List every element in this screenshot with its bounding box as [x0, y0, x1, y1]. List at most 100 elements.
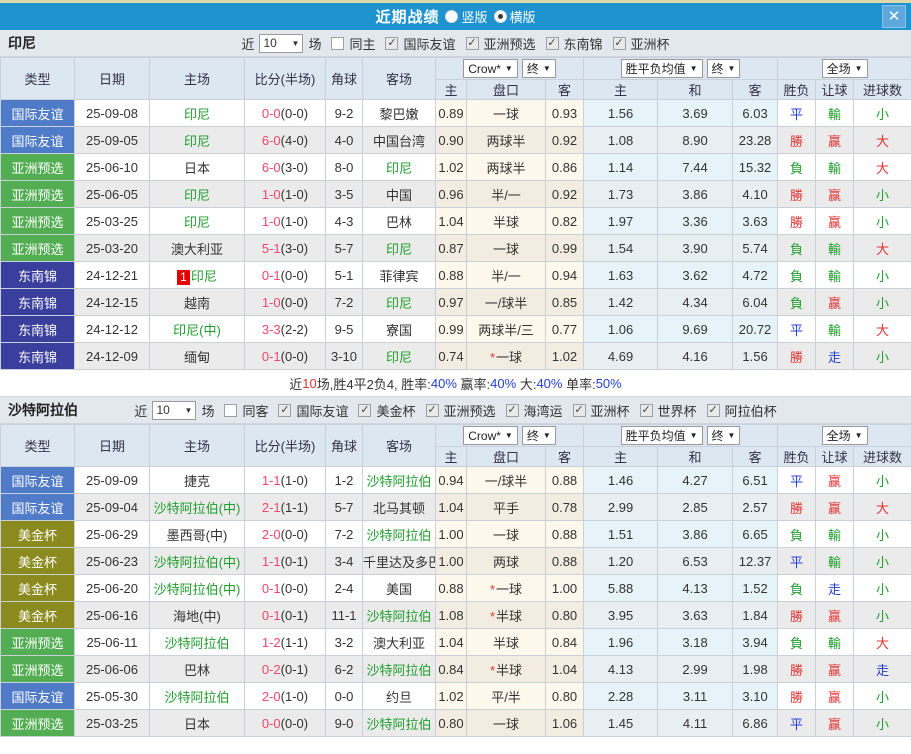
table-row: 国际友谊 25-09-04 沙特阿拉伯(中) 2-1(1-1) 5-7 北马其顿 1.04 平… [0, 493, 911, 521]
header-row-groups: 类型 日期 主场 比分(半场) 角球 客场 Crow* ▼ 终 ▼ 胜平负均值 ▼ 终 ▼ 全场 ▼ [0, 424, 911, 467]
mean-win-cell: 1.56 [583, 99, 659, 127]
competition-checkbox[interactable]: ✓ [706, 403, 720, 417]
type-cell: 东南锦 [0, 288, 75, 316]
competition-checkbox[interactable]: ✓ [278, 403, 292, 417]
mean-draw-cell: 4.11 [657, 709, 734, 737]
type-cell: 国际友谊 [0, 99, 75, 127]
column-subheader: 客 [732, 446, 779, 467]
column-header: 类型 [0, 57, 75, 100]
home-team-name: 印尼 [183, 187, 210, 203]
match-count-select[interactable]: 10 ▼ [152, 400, 197, 420]
fulltime-score: 2-0 [261, 688, 281, 704]
away-team-cell: 千里达及多巴哥 [362, 547, 436, 575]
mean-win-cell: 1.06 [583, 315, 659, 343]
column-subheader: 客 [544, 79, 585, 100]
competition-checkbox[interactable]: ✓ [572, 403, 586, 417]
mean-lose-cell: 20.72 [732, 315, 779, 343]
away-team-name: 菲律宾 [379, 268, 419, 284]
handicap-result-cell: 輸 [815, 628, 855, 656]
radio-horizontal[interactable]: 横版 [493, 7, 536, 26]
rank-badge: 1 [177, 269, 190, 285]
halftime-score: (2-2) [280, 321, 309, 337]
competition-checkbox[interactable]: ✓ [612, 36, 626, 50]
handicap-cell: 半/一 [466, 180, 546, 208]
type-cell: 国际友谊 [0, 466, 75, 494]
table-row: 美金杯 25-06-29 墨西哥(中) 2-0(0-0) 7-2 沙特阿拉伯 1.00 一球 0… [0, 520, 911, 548]
home-odds-cell: 0.94 [435, 466, 467, 494]
handicap-cell: 半/一 [466, 261, 546, 289]
match-count-select[interactable]: 10 ▼ [259, 33, 304, 53]
mean-lose-cell: 1.56 [732, 342, 779, 370]
section-header: 沙特阿拉伯 近 10 ▼ 场 同客 ✓ 国际友谊 ✓ 美金杯 ✓ 亚洲预选 ✓ 海湾运 ✓ 亚洲杯 ✓ 世界杯 ✓ 阿… [0, 397, 911, 424]
mean-win-cell: 1.51 [583, 520, 659, 548]
goals-result-cell: 小 [853, 574, 911, 602]
fulltime-score: 2-1 [261, 499, 281, 515]
competition-checkbox[interactable]: ✓ [505, 403, 519, 417]
away-odds-cell: 0.92 [544, 126, 585, 154]
dropdown-select[interactable]: 终 ▼ [706, 426, 741, 445]
home-team-name: 印尼(中) [173, 322, 221, 338]
type-cell: 美金杯 [0, 601, 75, 629]
same-side-checkbox[interactable] [331, 36, 345, 50]
handicap-cell: *一球 [466, 574, 546, 602]
mean-lose-cell: 3.94 [732, 628, 779, 656]
dropdown-select[interactable]: 全场 ▼ [821, 426, 868, 445]
type-cell: 亚洲预选 [0, 628, 75, 656]
radio-vertical[interactable]: 竖版 [445, 7, 488, 26]
mean-lose-cell: 23.28 [732, 126, 779, 154]
result-cell: 勝 [777, 207, 817, 235]
date-cell: 25-09-05 [74, 126, 150, 154]
competition-checkbox[interactable]: ✓ [639, 403, 653, 417]
goals-result-cell: 小 [853, 520, 911, 548]
halftime-score: (0-1) [280, 607, 309, 623]
handicap-value: 一球 [492, 716, 519, 732]
same-side-checkbox[interactable] [224, 403, 238, 417]
away-team-name: 黎巴嫩 [379, 106, 419, 122]
goals-result-cell: 大 [853, 126, 911, 154]
dropdown-select[interactable]: 终 ▼ [521, 59, 556, 78]
star-icon: * [489, 581, 496, 597]
corner-cell: 7-2 [325, 520, 363, 548]
table-row: 美金杯 25-06-20 沙特阿拉伯(中) 0-1(0-0) 2-4 美国 0.88 *一球 1… [0, 574, 911, 602]
header-dropdown-cell: Crow* ▼ 终 ▼ [434, 424, 585, 447]
dropdown-select[interactable]: 胜平负均值 ▼ [620, 59, 703, 78]
dropdown-select[interactable]: 全场 ▼ [821, 59, 868, 78]
competition-checkbox[interactable]: ✓ [385, 36, 399, 50]
dropdown-select[interactable]: 胜平负均值 ▼ [620, 426, 703, 445]
mean-lose-cell: 6.65 [732, 520, 779, 548]
halftime-score: (3-0) [280, 159, 309, 175]
date-cell: 25-06-10 [74, 153, 150, 181]
table-row: 东南锦 24-12-15 越南 1-0(0-0) 7-2 印尼 0.97 一/球半 0.85 1.… [0, 288, 911, 316]
mean-win-cell: 1.54 [583, 234, 659, 262]
competition-label: 亚洲预选 [483, 36, 536, 52]
dropdown-select[interactable]: Crow* ▼ [463, 59, 518, 78]
date-cell: 25-09-04 [74, 493, 150, 521]
competition-checkbox[interactable]: ✓ [545, 36, 559, 50]
competition-checkbox[interactable]: ✓ [465, 36, 479, 50]
handicap-cell: *半球 [466, 655, 546, 683]
competition-checkbox[interactable]: ✓ [425, 403, 439, 417]
handicap-cell: 一球 [466, 99, 546, 127]
fulltime-score: 3-3 [261, 321, 281, 337]
handicap-cell: 两球半/三 [466, 315, 546, 343]
away-team-name: 美国 [385, 581, 412, 597]
chevron-down-icon: ▼ [727, 64, 736, 73]
competition-checkbox[interactable]: ✓ [358, 403, 372, 417]
mean-draw-cell: 2.99 [657, 655, 734, 683]
away-team-name: 澳大利亚 [372, 635, 425, 651]
type-cell: 亚洲预选 [0, 207, 75, 235]
summary-segment: 40% [536, 375, 563, 391]
dropdown-select[interactable]: 终 ▼ [706, 59, 741, 78]
close-button[interactable]: ✕ [882, 5, 906, 28]
mean-win-cell: 4.13 [583, 655, 659, 683]
dropdown-select[interactable]: Crow* ▼ [463, 426, 518, 445]
dropdown-select[interactable]: 终 ▼ [521, 426, 556, 445]
handicap-cell: 平/半 [466, 682, 546, 710]
fulltime-score: 1-0 [261, 294, 281, 310]
handicap-value: 平手 [492, 500, 519, 516]
date-cell: 25-03-25 [74, 207, 150, 235]
score-cell: 3-3(2-2) [244, 315, 326, 343]
header-dropdown-cell: 胜平负均值 ▼ 终 ▼ [583, 424, 779, 447]
competition-label: 国际友谊 [403, 36, 456, 52]
column-subheader: 胜负 [777, 446, 817, 467]
